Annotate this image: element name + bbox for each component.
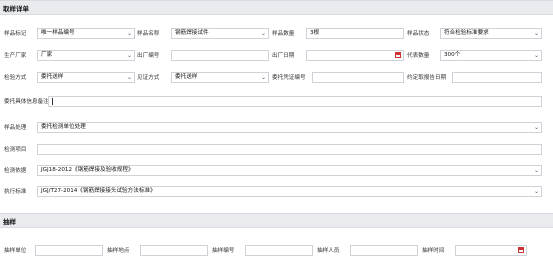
text-cursor	[52, 98, 53, 105]
commission-info-input[interactable]	[48, 96, 542, 107]
manufacturer-label: 生产厂家	[4, 53, 27, 59]
test-basis-label: 检测依据	[4, 168, 27, 174]
witness-cert-label: 委托凭证编号	[272, 75, 306, 81]
chevron-down-icon: ⌄	[533, 52, 539, 59]
factory-date-label: 出厂日期	[272, 53, 295, 59]
chevron-down-icon: ⌄	[126, 74, 132, 81]
witness-method-select[interactable]: 委托送样 ⌄	[171, 72, 269, 83]
test-items-label: 检测项目	[4, 147, 27, 153]
rep-qty-label: 代表数量	[407, 53, 430, 59]
factory-no-label: 出厂编号	[137, 53, 160, 59]
section-title: 取样详单	[3, 5, 29, 13]
chevron-down-icon: ⌄	[533, 124, 539, 131]
sampling-person-input[interactable]	[350, 245, 418, 256]
section-header-sampling: 抽样	[0, 213, 553, 228]
sample-name-label: 样品名称	[137, 31, 160, 37]
sample-handling-label: 样品处理	[4, 125, 27, 131]
sample-qty-label: 样品数量	[272, 31, 295, 37]
chevron-down-icon: ⌄	[260, 30, 266, 37]
sampling-unit-label: 抽样单位	[4, 248, 27, 254]
sample-mark-label: 样品标记	[4, 31, 27, 37]
factory-date-input[interactable]	[306, 50, 404, 61]
sample-handling-select[interactable]: 委托检测单位处理 ⌄	[37, 122, 542, 133]
test-items-input[interactable]	[37, 144, 542, 155]
manufacturer-select[interactable]: 厂家 ⌄	[37, 50, 135, 61]
chevron-down-icon: ⌄	[260, 74, 266, 81]
rep-qty-select[interactable]: 300个 ⌄	[440, 50, 542, 61]
commission-info-label: 委托具体信息备注	[4, 99, 49, 105]
sampling-time-label: 抽样时间	[422, 248, 445, 254]
calendar-icon[interactable]	[518, 247, 524, 253]
test-method-label: 检验方式	[4, 75, 27, 81]
sample-name-select[interactable]: 钢筋焊接试件 ⌄	[171, 28, 269, 39]
sample-state-select[interactable]: 符合检验标准要求 ⌄	[440, 28, 542, 39]
report-date-label: 约定取报告日期	[407, 75, 447, 81]
section-header-detail: 取样详单	[0, 0, 553, 15]
calendar-icon[interactable]	[395, 52, 401, 58]
witness-cert-input[interactable]	[312, 72, 404, 83]
section-title: 抽样	[3, 218, 16, 226]
chevron-down-icon: ⌄	[533, 188, 539, 195]
exec-standard-label: 执行标准	[4, 189, 27, 195]
chevron-down-icon: ⌄	[533, 167, 539, 174]
sampling-unit-input[interactable]	[35, 245, 103, 256]
factory-no-input[interactable]	[171, 50, 269, 61]
report-date-input[interactable]	[452, 72, 542, 83]
test-basis-select[interactable]: JGJ18-2012《钢筋焊接及验收规程》 ⌄	[37, 165, 542, 176]
sampling-no-input[interactable]	[245, 245, 313, 256]
sampling-place-input[interactable]	[140, 245, 208, 256]
chevron-down-icon: ⌄	[533, 30, 539, 37]
test-method-select[interactable]: 委托送样 ⌄	[37, 72, 135, 83]
sample-state-label: 样品状态	[407, 31, 430, 37]
chevron-down-icon: ⌄	[126, 52, 132, 59]
sample-mark-select[interactable]: 唯一样品编号 ⌄	[37, 28, 135, 39]
sampling-no-label: 抽样编号	[212, 248, 235, 254]
exec-standard-select[interactable]: JGJ/T27-2014《钢筋焊接接头试验方法标准》 ⌄	[37, 186, 542, 197]
sampling-place-label: 抽样地点	[107, 248, 130, 254]
witness-method-label: 见证方式	[137, 75, 160, 81]
chevron-down-icon: ⌄	[126, 30, 132, 37]
sample-qty-input[interactable]: 3根	[306, 28, 404, 39]
sampling-time-input[interactable]	[455, 245, 527, 256]
sampling-person-label: 抽样人员	[317, 248, 340, 254]
